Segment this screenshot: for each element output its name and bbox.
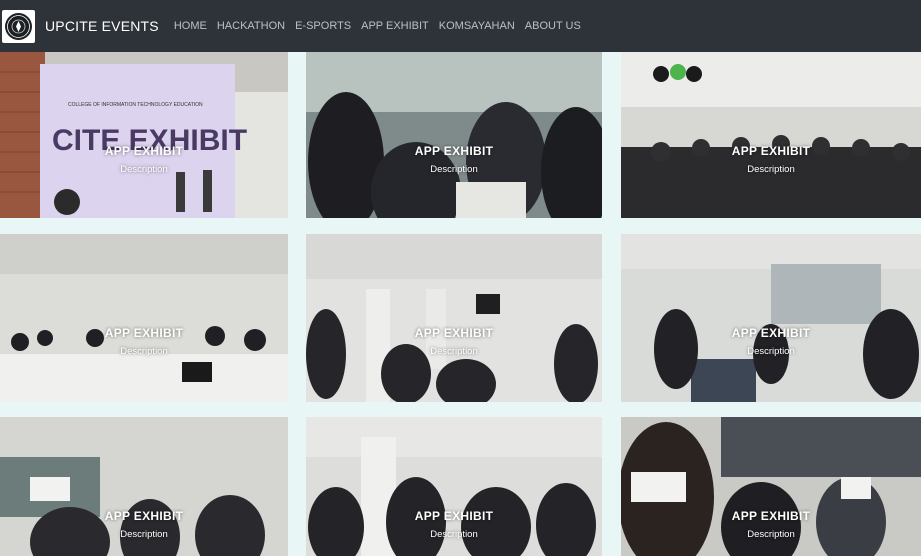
nav-home[interactable]: HOME (174, 20, 207, 32)
gallery-card[interactable]: APP EXHIBIT Description (0, 417, 288, 556)
gallery-card[interactable]: APP EXHIBIT Description (0, 234, 288, 402)
event-photo (0, 234, 288, 402)
poster-subtitle: COLLEGE OF INFORMATION TECHNOLOGY EDUCAT… (68, 102, 203, 108)
card-caption: APP EXHIBIT Description (0, 326, 288, 357)
gallery-card[interactable]: COLLEGE OF INFORMATION TECHNOLOGY EDUCAT… (0, 52, 288, 218)
gallery-card[interactable]: APP EXHIBIT Description (621, 52, 921, 218)
card-title: APP EXHIBIT (414, 144, 494, 158)
event-photo (621, 234, 921, 402)
gallery-card[interactable]: APP EXHIBIT Description (621, 234, 921, 402)
card-description: Description (747, 346, 795, 357)
event-photo: COLLEGE OF INFORMATION TECHNOLOGY EDUCAT… (0, 52, 288, 218)
card-description: Description (430, 346, 478, 357)
nav-app-exhibit[interactable]: APP EXHIBIT (361, 20, 429, 32)
gallery-card[interactable]: APP EXHIBIT Description (306, 234, 602, 402)
card-caption: APP EXHIBIT Description (0, 509, 288, 540)
nav-komsayahan[interactable]: KOMSAYAHAN (439, 20, 515, 32)
card-title: APP EXHIBIT (731, 144, 811, 158)
gallery-card[interactable]: APP EXHIBIT Description (621, 417, 921, 556)
card-caption: APP EXHIBIT Description (621, 326, 921, 357)
card-description: Description (747, 164, 795, 175)
card-description: Description (120, 346, 168, 357)
nav-esports[interactable]: E-SPORTS (295, 20, 351, 32)
seal-icon (5, 12, 32, 40)
card-description: Description (120, 164, 168, 175)
card-title: APP EXHIBIT (731, 326, 811, 340)
card-title: APP EXHIBIT (104, 509, 184, 523)
card-description: Description (430, 164, 478, 175)
card-caption: APP EXHIBIT Description (306, 509, 602, 540)
card-description: Description (120, 529, 168, 540)
card-description: Description (430, 529, 478, 540)
card-caption: APP EXHIBIT Description (0, 144, 288, 175)
top-navbar: UPCITE EVENTS HOME HACKATHON E-SPORTS AP… (0, 0, 921, 52)
logo[interactable] (2, 9, 35, 43)
event-photo (306, 234, 602, 402)
card-title: APP EXHIBIT (104, 326, 184, 340)
brand-title[interactable]: UPCITE EVENTS (45, 18, 159, 34)
card-caption: APP EXHIBIT Description (306, 326, 602, 357)
card-title: APP EXHIBIT (731, 509, 811, 523)
nav-menu: HOME HACKATHON E-SPORTS APP EXHIBIT KOMS… (174, 20, 591, 32)
card-caption: APP EXHIBIT Description (621, 509, 921, 540)
event-photo (621, 52, 921, 218)
event-photo (306, 52, 602, 218)
card-title: APP EXHIBIT (414, 326, 494, 340)
card-description: Description (747, 529, 795, 540)
gallery-card[interactable]: APP EXHIBIT Description (306, 52, 602, 218)
nav-hackathon[interactable]: HACKATHON (217, 20, 285, 32)
card-caption: APP EXHIBIT Description (621, 144, 921, 175)
nav-about-us[interactable]: ABOUT US (525, 20, 581, 32)
gallery-card[interactable]: APP EXHIBIT Description (306, 417, 602, 556)
card-caption: APP EXHIBIT Description (306, 144, 602, 175)
card-title: APP EXHIBIT (414, 509, 494, 523)
card-title: APP EXHIBIT (104, 144, 184, 158)
